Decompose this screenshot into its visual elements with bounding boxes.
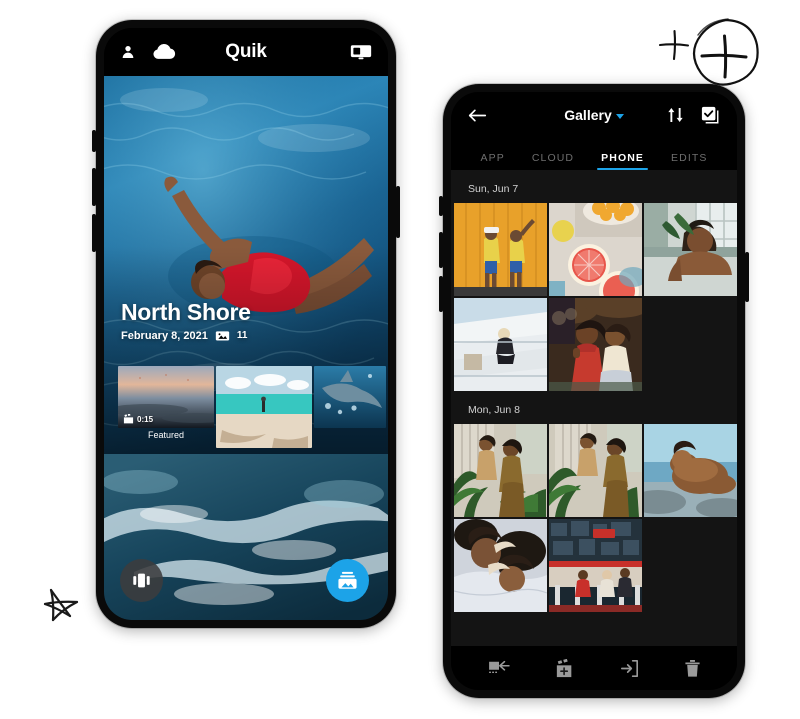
gallery-title-text: Gallery [564,107,612,123]
phone-left-power-button[interactable] [396,186,400,238]
sort-icon[interactable] [667,107,684,123]
media-library-button[interactable] [326,559,369,602]
hand-drawn-circled-plus-sketch [692,18,759,86]
hand-drawn-star-sketch [43,588,79,622]
add-to-video-icon[interactable] [555,658,575,678]
tab-app[interactable]: APP [481,152,505,170]
date-header-jun8: Mon, Jun 8 [451,391,737,424]
tab-edits[interactable]: EDITS [671,152,707,170]
quik-topbar: Quik [104,28,388,76]
gallery-tabs: APP CLOUD PHONE EDITS [451,138,737,170]
photo-cell[interactable] [454,203,547,296]
quik-app-screen: Quik North Shore February 8, 2021 11 0:1… [104,28,388,620]
thumbnail-duration: 0:15 [123,414,153,424]
photo-cell[interactable] [454,298,547,391]
photo-cell[interactable] [549,203,642,296]
phone-right-volume-down-button[interactable] [439,276,443,312]
gopro-camera-icon[interactable] [350,43,372,61]
photo-cell-empty [644,519,737,612]
gallery-title-dropdown[interactable]: Gallery [451,107,737,123]
phone-left-volume-up-button[interactable] [92,168,96,206]
story-hero-card[interactable]: North Shore February 8, 2021 11 0:15 Fea… [104,76,388,454]
photo-grid-jun8 [451,424,737,612]
tab-cloud[interactable]: CLOUD [532,152,574,170]
photo-cell[interactable] [549,519,642,612]
hero-text-block: North Shore February 8, 2021 11 [121,299,251,342]
gallery-picker-screen: Gallery APP CLOUD PHONE EDITS Sun, Jun 7… [451,92,737,690]
photo-stack-icon [215,329,230,342]
gallery-action-bar [451,646,737,690]
phone-left-volume-down-button[interactable] [92,214,96,252]
photo-cell[interactable] [454,519,547,612]
phone-right-power-button[interactable] [745,252,749,302]
gallery-photo-list[interactable]: Sun, Jun 7 Mon, Jun 8 [451,170,737,646]
story-meta: February 8, 2021 11 [121,329,251,342]
video-clip-icon [123,414,134,424]
save-to-device-icon[interactable] [620,659,639,678]
trash-icon[interactable] [684,659,701,678]
photo-grid-jun7 [451,203,737,391]
story-date: February 8, 2021 [121,329,208,342]
photo-cell[interactable] [549,424,642,517]
photo-cell[interactable] [454,424,547,517]
thumbnail-beach[interactable] [216,366,312,448]
tab-phone[interactable]: PHONE [597,152,648,170]
photo-cell[interactable] [644,203,737,296]
photo-cell-empty [644,298,737,391]
duration-text: 0:15 [137,414,154,424]
chevron-down-icon [615,113,624,119]
phone-right-volume-up-button[interactable] [439,232,443,268]
add-to-project-icon[interactable] [488,659,510,677]
phone-right-mute-button[interactable] [439,196,443,216]
story-thumbnail-row: 0:15 Featured [104,366,388,454]
date-header-jun7: Sun, Jun 7 [451,170,737,203]
photo-cell[interactable] [549,298,642,391]
photo-cell[interactable] [644,424,737,517]
thumbnail-dolphin[interactable] [314,366,386,428]
thumbnail-featured[interactable]: 0:15 [118,366,214,428]
quik-app-title: Quik [225,41,267,62]
story-title: North Shore [121,299,251,325]
thumbnail-featured-label: Featured [147,430,185,440]
phone-left-mute-button[interactable] [92,130,96,152]
gallery-topbar: Gallery [451,92,737,138]
create-mashup-button[interactable] [120,559,163,602]
select-all-checkbox-icon[interactable] [701,106,719,124]
story-photo-count: 11 [236,330,248,341]
